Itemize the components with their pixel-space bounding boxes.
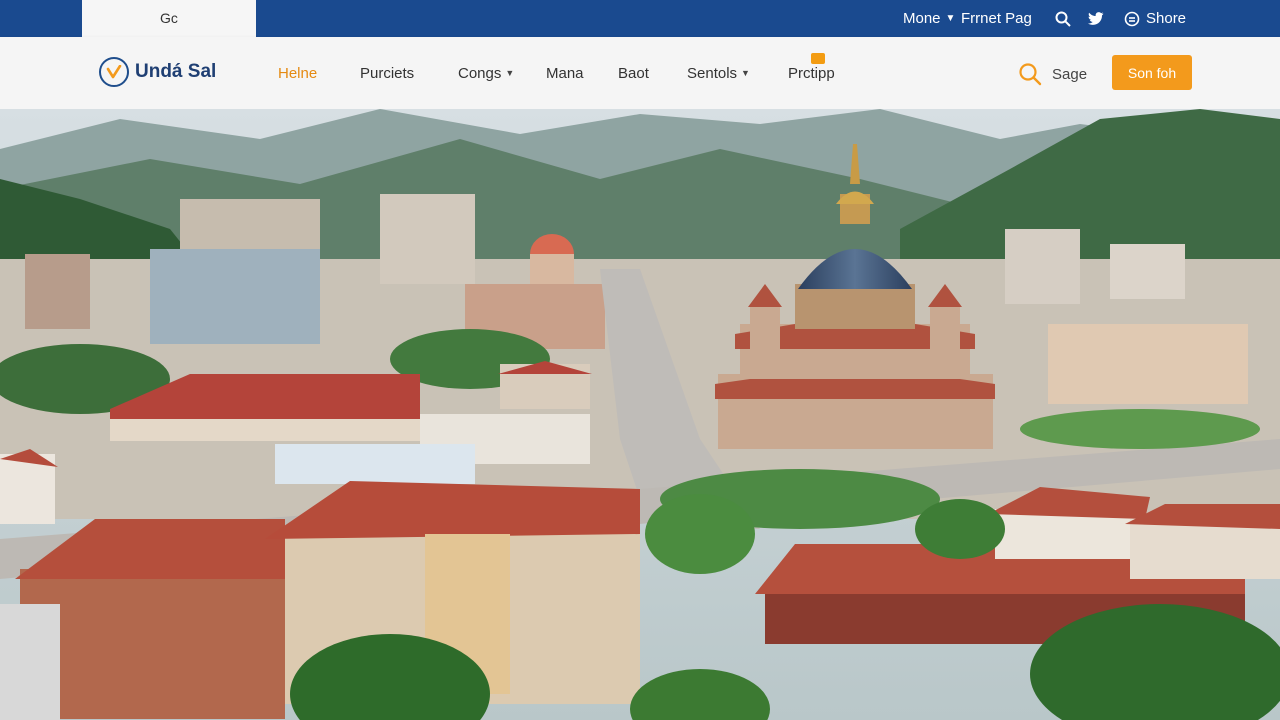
nav-item-helne[interactable]: Helne: [278, 37, 317, 109]
main-nav: Undá Sal Helne Purciets Congs ▼ Mana Bao…: [0, 37, 1280, 109]
nav-item-label: Helne: [278, 64, 318, 82]
cta-button[interactable]: Son foh: [1112, 55, 1192, 90]
nav-item-congs[interactable]: Congs ▼: [458, 37, 514, 109]
nav-item-sentols[interactable]: Sentols ▼: [687, 37, 750, 109]
brand-name: Undá Sal: [135, 61, 217, 82]
nav-item-label: Congs: [458, 64, 502, 82]
logo-check-icon: [99, 57, 129, 87]
hero-city-image: [0, 109, 1280, 720]
twitter-button[interactable]: [1088, 0, 1104, 37]
nav-item-label: Baot: [618, 64, 649, 82]
nav-item-baot[interactable]: Baot: [618, 37, 649, 109]
utility-tab[interactable]: Gc: [82, 0, 256, 37]
nav-item-label: Mana: [546, 64, 584, 82]
share-button[interactable]: Shore: [1124, 0, 1186, 37]
utility-link-mone[interactable]: Mone ▼: [903, 0, 955, 37]
nav-item-label: Sentols: [687, 64, 738, 82]
search-icon: [1019, 63, 1042, 86]
utility-link-label: Mone: [903, 10, 941, 27]
utility-link-label: Frrnet Pag: [961, 10, 1032, 27]
twitter-bird-icon: [1088, 11, 1104, 25]
utility-bar: Gc Mone ▼ Frrnet Pag Shore: [0, 0, 1280, 37]
nav-item-label: Purciets: [360, 64, 415, 82]
chevron-down-icon: ▼: [505, 68, 515, 78]
share-circle-icon: [1124, 11, 1140, 26]
utility-search-button[interactable]: [1055, 0, 1071, 37]
nav-item-purciets[interactable]: Purciets: [360, 37, 414, 109]
chevron-down-icon: ▼: [945, 13, 956, 24]
search-label: Sage: [1052, 65, 1088, 83]
chevron-down-icon: ▼: [741, 68, 750, 78]
nav-item-label: Prctipp: [788, 64, 835, 82]
brand-logo[interactable]: Undá Sal: [99, 57, 216, 87]
search-icon: [1055, 11, 1071, 27]
utility-link-frrnet-pag[interactable]: Frrnet Pag: [961, 0, 1032, 37]
nav-item-prctipp[interactable]: Prctipp: [788, 37, 835, 109]
nav-item-mana[interactable]: Mana: [546, 37, 584, 109]
share-label: Shore: [1146, 10, 1187, 27]
search-button[interactable]: Sage: [1018, 62, 1087, 86]
